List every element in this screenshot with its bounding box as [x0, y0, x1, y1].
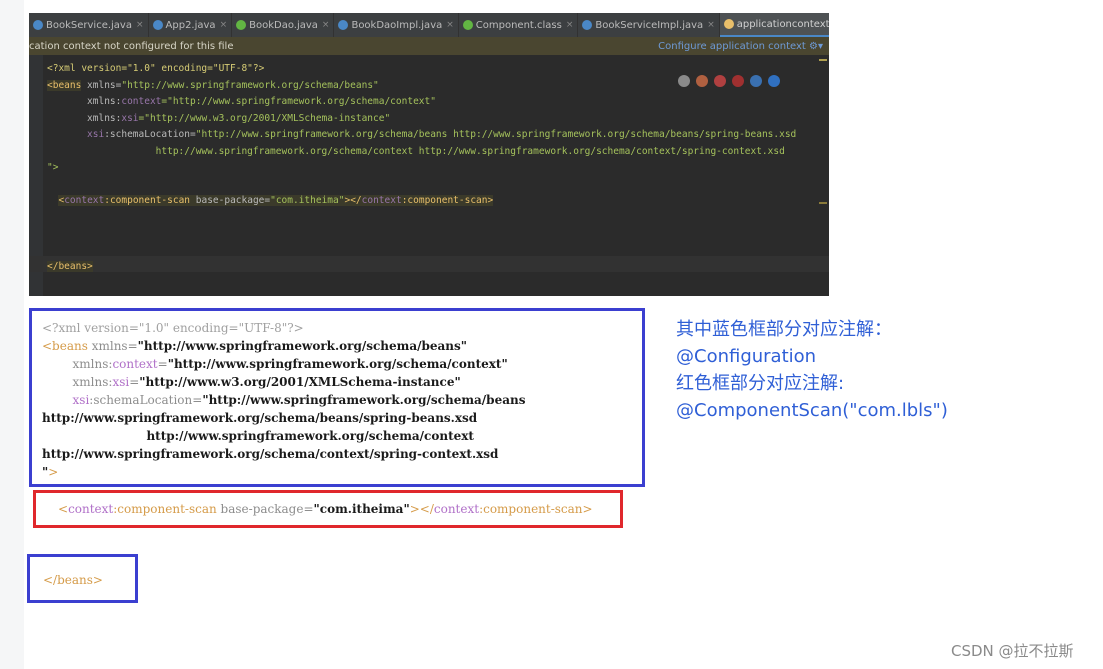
configure-link-label: Configure application context	[658, 40, 806, 52]
tab-label: App2.java	[165, 19, 216, 31]
csdn-watermark: CSDN @拉不拉斯	[951, 642, 1074, 660]
tab-1[interactable]: App2.java ×	[149, 13, 233, 37]
xmlns-attr: xmlns=	[87, 339, 138, 353]
scroll-marker	[819, 59, 827, 61]
scan-tag: :component-scan	[104, 195, 191, 206]
scroll-marker	[819, 202, 827, 204]
beans-open-tag: <beans	[47, 79, 82, 91]
xsi-eq: =	[129, 375, 140, 389]
xsi-ns: xsi	[121, 112, 139, 124]
scan-ns: context	[64, 195, 105, 206]
schema-val-2: http://www.springframework.org/schema/be…	[42, 411, 478, 425]
schema-location-value-2: http://www.springframework.org/schema/co…	[47, 145, 785, 157]
note-line-2: @Configuration	[676, 346, 817, 367]
xml-component-scan: <context:component-scan base-package="co…	[58, 500, 593, 518]
schema-val-3: http://www.springframework.org/schema/co…	[42, 429, 474, 443]
schema-ns: xsi	[42, 393, 90, 407]
scan-mid: ></	[344, 195, 362, 206]
tab-2[interactable]: BookDao.java ×	[232, 13, 335, 37]
note-line-4: @ComponentScan("com.lbls")	[676, 400, 948, 421]
ctx-name: context	[112, 357, 158, 371]
context-value: ="http://www.springframework.org/schema/…	[161, 96, 436, 107]
tab-3[interactable]: BookDaoImpl.java ×	[334, 13, 459, 37]
xml-beans-snippet: <?xml version="1.0" encoding="UTF-8"?> <…	[42, 319, 525, 481]
scan-tag2: :component-scan>	[479, 502, 593, 516]
file-icon	[236, 20, 247, 30]
scan-val: "com.itheima"	[313, 502, 410, 516]
schema-ns: xsi	[47, 129, 105, 140]
xml-beans-close: </beans>	[43, 571, 103, 589]
note-line-1: 其中蓝色框部分对应注解：	[676, 319, 892, 340]
beans-close-tag: </beans>	[47, 261, 93, 272]
schema-attr: :schemaLocation=	[89, 393, 203, 407]
ctx-indent: xmlns:	[42, 357, 113, 371]
schema-val-1: "http://www.springframework.org/schema/b…	[202, 393, 526, 407]
tab-0[interactable]: BookService.java ×	[29, 13, 149, 37]
xml-declaration: <?xml version="1.0" encoding="UTF-8"?>	[47, 63, 265, 74]
xmlns-attr: xmlns=	[81, 79, 122, 91]
tab-label: Component.class	[475, 19, 562, 31]
tab-5[interactable]: BookServiceImpl.java ×	[578, 13, 720, 37]
context-ns: context	[121, 96, 162, 107]
beans-open-close: ">	[47, 162, 59, 173]
scan-lt: <	[58, 502, 69, 516]
close-icon[interactable]: ×	[136, 20, 144, 30]
xmlns-value: "http://www.springframework.org/schema/b…	[121, 79, 379, 91]
close-gt: >	[48, 465, 59, 479]
note-line-3: 红色框部分对应注解:	[676, 373, 845, 394]
notification-bar: cation context not configured for this f…	[29, 37, 829, 55]
scan-ns: context	[68, 502, 114, 516]
code-editor[interactable]: <?xml version="1.0" encoding="UTF-8"?> <…	[47, 61, 796, 276]
close-icon[interactable]: ×	[446, 20, 454, 30]
scan-mid: ></	[409, 502, 434, 516]
beans-open: <beans	[42, 339, 88, 353]
annotation-note: 其中蓝色框部分对应注解： @Configuration 红色框部分对应注解: @…	[676, 316, 948, 424]
configure-application-context-link[interactable]: Configure application context ⚙▾	[658, 41, 829, 52]
file-icon	[582, 20, 593, 30]
close-icon[interactable]: ×	[707, 20, 715, 30]
file-icon	[723, 19, 734, 29]
xmlns-context-prefix: xmlns:	[47, 96, 122, 107]
xsi-val: "http://www.w3.org/2001/XMLSchema-instan…	[139, 375, 461, 389]
scan-tag: :component-scan	[113, 502, 217, 516]
xmlns-val: "http://www.springframework.org/schema/b…	[137, 339, 468, 353]
ctx-eq: =	[157, 357, 168, 371]
xsi-indent: xmlns:	[42, 375, 113, 389]
tab-4[interactable]: Component.class ×	[459, 13, 579, 37]
tab-label: BookService.java	[46, 19, 132, 31]
beans-close: </beans>	[43, 573, 103, 587]
tab-6[interactable]: applicationcontext.xml×	[719, 13, 829, 37]
schema-location-attr: :schemaLocation=	[104, 129, 196, 140]
tab-label: applicationcontext.xml	[736, 18, 829, 30]
xsi-name: xsi	[112, 375, 130, 389]
scan-close-tag: :component-scan>	[401, 195, 494, 206]
tab-label: BookServiceImpl.java	[595, 19, 704, 31]
editor-tab-bar: BookService.java × App2.java × BookDao.java ×…	[29, 13, 829, 37]
xmlns-xsi-prefix: xmlns:	[47, 112, 122, 124]
scan-attr: base-package=	[190, 195, 271, 206]
file-icon	[338, 20, 349, 30]
schema-location-value-1: "http://www.springframework.org/schema/b…	[195, 129, 797, 140]
notification-message: cation context not configured for this f…	[29, 40, 234, 52]
close-icon[interactable]: ×	[322, 20, 330, 30]
ide-screenshot: BookService.java × App2.java × BookDao.java ×…	[29, 13, 829, 296]
xsi-value: ="http://www.w3.org/2001/XMLSchema-insta…	[138, 112, 391, 124]
left-margin-strip	[0, 0, 24, 669]
file-icon	[462, 20, 473, 30]
scan-ns2: context	[433, 502, 480, 516]
xml-decl: <?xml version="1.0" encoding="UTF-8"?>	[42, 321, 304, 335]
file-icon	[152, 20, 163, 30]
close-icon[interactable]: ×	[566, 20, 574, 30]
close-icon[interactable]: ×	[220, 20, 228, 30]
file-icon	[33, 20, 43, 30]
schema-val-4: http://www.springframework.org/schema/co…	[42, 447, 499, 461]
tab-label: BookDao.java	[249, 19, 318, 31]
scan-value: "com.itheima"	[270, 195, 345, 206]
scan-attr: base-package=	[216, 502, 314, 516]
ctx-val: "http://www.springframework.org/schema/c…	[167, 357, 508, 371]
gear-icon[interactable]: ⚙▾	[809, 41, 823, 52]
scan-close-ns: context	[361, 195, 402, 206]
tab-label: BookDaoImpl.java	[351, 19, 443, 31]
